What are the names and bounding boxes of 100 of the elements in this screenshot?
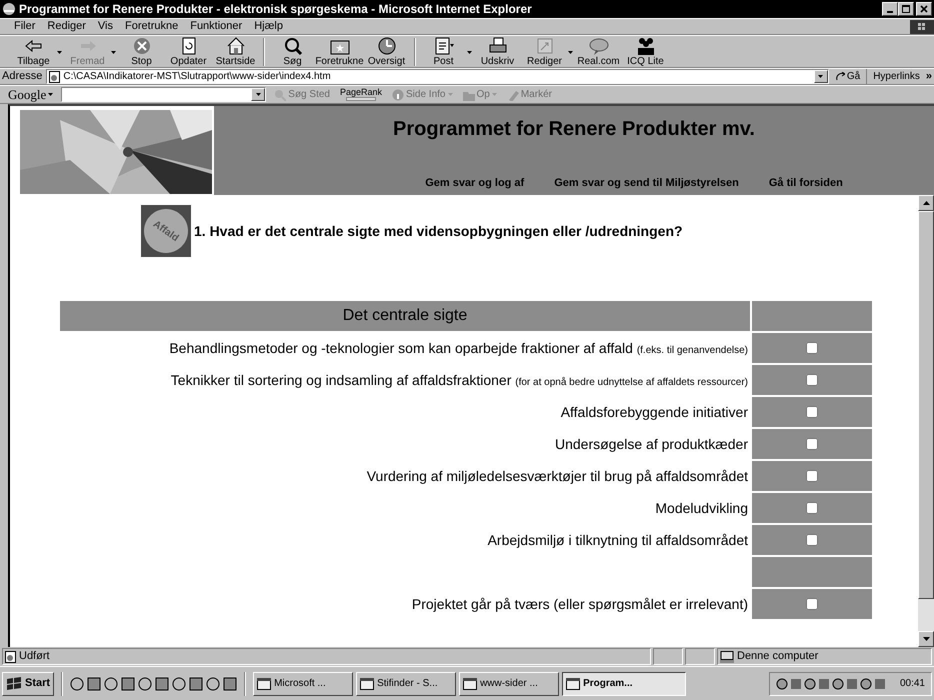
- tray-icon[interactable]: [832, 678, 844, 690]
- tray-icon[interactable]: [804, 678, 816, 690]
- toolbar-button[interactable]: Foretrukne: [316, 36, 363, 68]
- toolbar-button[interactable]: Rediger: [521, 36, 575, 68]
- option-label: Arbejdsmiljø i tilknytning til affaldsområdet: [488, 532, 748, 548]
- window-title: Programmet for Renere Produkter - elektronisk spørgeskema - Microsoft Internet Explorer: [19, 1, 532, 18]
- menu-item[interactable]: Hjælp: [248, 18, 289, 35]
- scroll-down-button[interactable]: [918, 631, 934, 647]
- dropdown-button[interactable]: [814, 70, 828, 83]
- down-arrow-icon: [922, 637, 930, 641]
- search-field[interactable]: [61, 87, 266, 102]
- toolbar-button[interactable]: Stop: [118, 36, 165, 68]
- menu-item[interactable]: Vis: [92, 18, 120, 35]
- mail-icon: [432, 36, 454, 56]
- app-icon[interactable]: [189, 676, 204, 690]
- option-label: Affaldsforebyggende initiativer: [560, 404, 748, 420]
- close-button[interactable]: [916, 2, 932, 16]
- taskbar-button[interactable]: Program...: [562, 672, 686, 696]
- tray-icon[interactable]: [776, 678, 788, 690]
- toolbar-button[interactable]: Søg: [269, 36, 316, 68]
- toolbar-button[interactable]: Tilbage: [10, 36, 64, 68]
- dropdown-caret-icon: [57, 50, 62, 54]
- app-icon[interactable]: [206, 676, 220, 690]
- dropdown-caret-icon: [818, 75, 824, 78]
- dropdown-caret-icon: [467, 50, 472, 54]
- checkbox[interactable]: [806, 342, 818, 354]
- maximize-icon: [902, 5, 910, 13]
- checkbox[interactable]: [806, 374, 818, 386]
- dropdown-caret-icon: [48, 93, 54, 96]
- toolbar-button[interactable]: PageRank: [338, 88, 384, 101]
- app-icon[interactable]: [172, 676, 186, 690]
- checkbox[interactable]: [806, 470, 818, 482]
- taskbar-button[interactable]: Microsoft ...: [253, 672, 354, 696]
- go-button[interactable]: Gå: [832, 69, 862, 84]
- windows-logo-icon: [6, 676, 22, 690]
- dropdown-button[interactable]: [251, 88, 266, 101]
- dropdown-caret-icon: [568, 50, 573, 54]
- app-icon[interactable]: [223, 676, 238, 690]
- toolbar-button[interactable]: Opdater: [165, 36, 212, 68]
- app-icon[interactable]: [70, 676, 84, 690]
- toolbar-button[interactable]: ICQ Lite: [622, 36, 669, 68]
- menu-item[interactable]: Funktioner: [184, 18, 248, 35]
- dropdown-caret-icon: [111, 50, 116, 54]
- address-field[interactable]: C:\CASA\Indikatorer-MST\Slutrapport\www-sider\index4.htm: [46, 69, 829, 84]
- option-label: Projektet går på tværs (eller spørgsmålet er irrelevant): [412, 596, 748, 612]
- zone-text: Denne computer: [737, 649, 818, 664]
- taskbar-button[interactable]: www-sider ...: [459, 672, 560, 696]
- checkbox[interactable]: [806, 534, 818, 546]
- dropdown-caret-icon: [448, 93, 452, 96]
- bar-meter-icon: [346, 97, 376, 101]
- minimize-button[interactable]: [882, 2, 898, 16]
- nav-link[interactable]: Gem svar og send til Miljøstyrelsen: [554, 174, 739, 191]
- status-panel: [685, 648, 715, 665]
- google-menu-button[interactable]: Google: [6, 84, 56, 104]
- speech-bubble-icon: [588, 36, 610, 56]
- page-icon: [49, 70, 60, 82]
- taskbar-button[interactable]: Stifinder - S...: [356, 672, 456, 696]
- toolbar-button[interactable]: Oversigt: [363, 36, 410, 68]
- computer-icon: [720, 650, 734, 662]
- option-label: Modeludvikling: [655, 500, 748, 516]
- app-icon[interactable]: [121, 676, 136, 690]
- option-label: Vurdering af miljøledelsesværktøjer til brug på affaldsområdet: [366, 468, 748, 484]
- address-label: Adresse: [2, 69, 42, 84]
- start-button[interactable]: Start: [2, 672, 54, 696]
- links-button[interactable]: Hyperlinks: [866, 69, 922, 84]
- option-label: Teknikker til sortering og indsamling af affaldsfraktioner (for at opnå bedre udnyttelse af affaldets ressourcer): [170, 372, 748, 388]
- go-arrow-icon: [834, 72, 845, 82]
- option-label: Undersøgelse af produktkæder: [555, 436, 748, 452]
- toolbar-button[interactable]: Real.com: [575, 36, 622, 68]
- window-icon: [257, 678, 272, 690]
- window-icon: [566, 678, 580, 690]
- toolbar-button[interactable]: Post: [420, 36, 474, 68]
- toolbar-button[interactable]: Startside: [212, 36, 259, 68]
- app-icon[interactable]: [104, 676, 118, 690]
- windows-logo-icon: [910, 20, 934, 34]
- checkbox[interactable]: [806, 406, 818, 418]
- nav-link[interactable]: Gem svar og log af: [425, 174, 524, 191]
- checkbox[interactable]: [806, 502, 818, 514]
- nav-link[interactable]: Gå til forsiden: [768, 174, 843, 191]
- menu-item[interactable]: Filer: [8, 18, 42, 35]
- chevron-icon[interactable]: »: [926, 68, 932, 85]
- highlighter-icon: [506, 88, 519, 100]
- status-text: Udført: [19, 649, 50, 664]
- app-icon[interactable]: [87, 676, 102, 690]
- menu-item[interactable]: Foretrukne: [119, 18, 184, 35]
- scroll-up-button[interactable]: [918, 195, 934, 211]
- tray-icon[interactable]: [860, 678, 872, 690]
- app-icon[interactable]: [138, 676, 152, 690]
- clock: 00:41: [900, 677, 925, 691]
- status-panel: [653, 648, 683, 665]
- checkbox[interactable]: [806, 598, 818, 610]
- info-icon: [392, 88, 404, 100]
- option-label: Behandlingsmetoder og -teknologier som kan oparbejde fraktioner af affald (f.eks. til genanvendelse): [169, 340, 748, 356]
- checkbox[interactable]: [806, 438, 818, 450]
- app-icon[interactable]: [155, 676, 170, 690]
- maximize-button[interactable]: [898, 2, 914, 16]
- toolbar-button[interactable]: Udskriv: [474, 36, 521, 68]
- column-header: Det centrale sigte: [60, 301, 750, 331]
- dropdown-caret-icon: [256, 93, 261, 96]
- menu-item[interactable]: Rediger: [41, 18, 92, 35]
